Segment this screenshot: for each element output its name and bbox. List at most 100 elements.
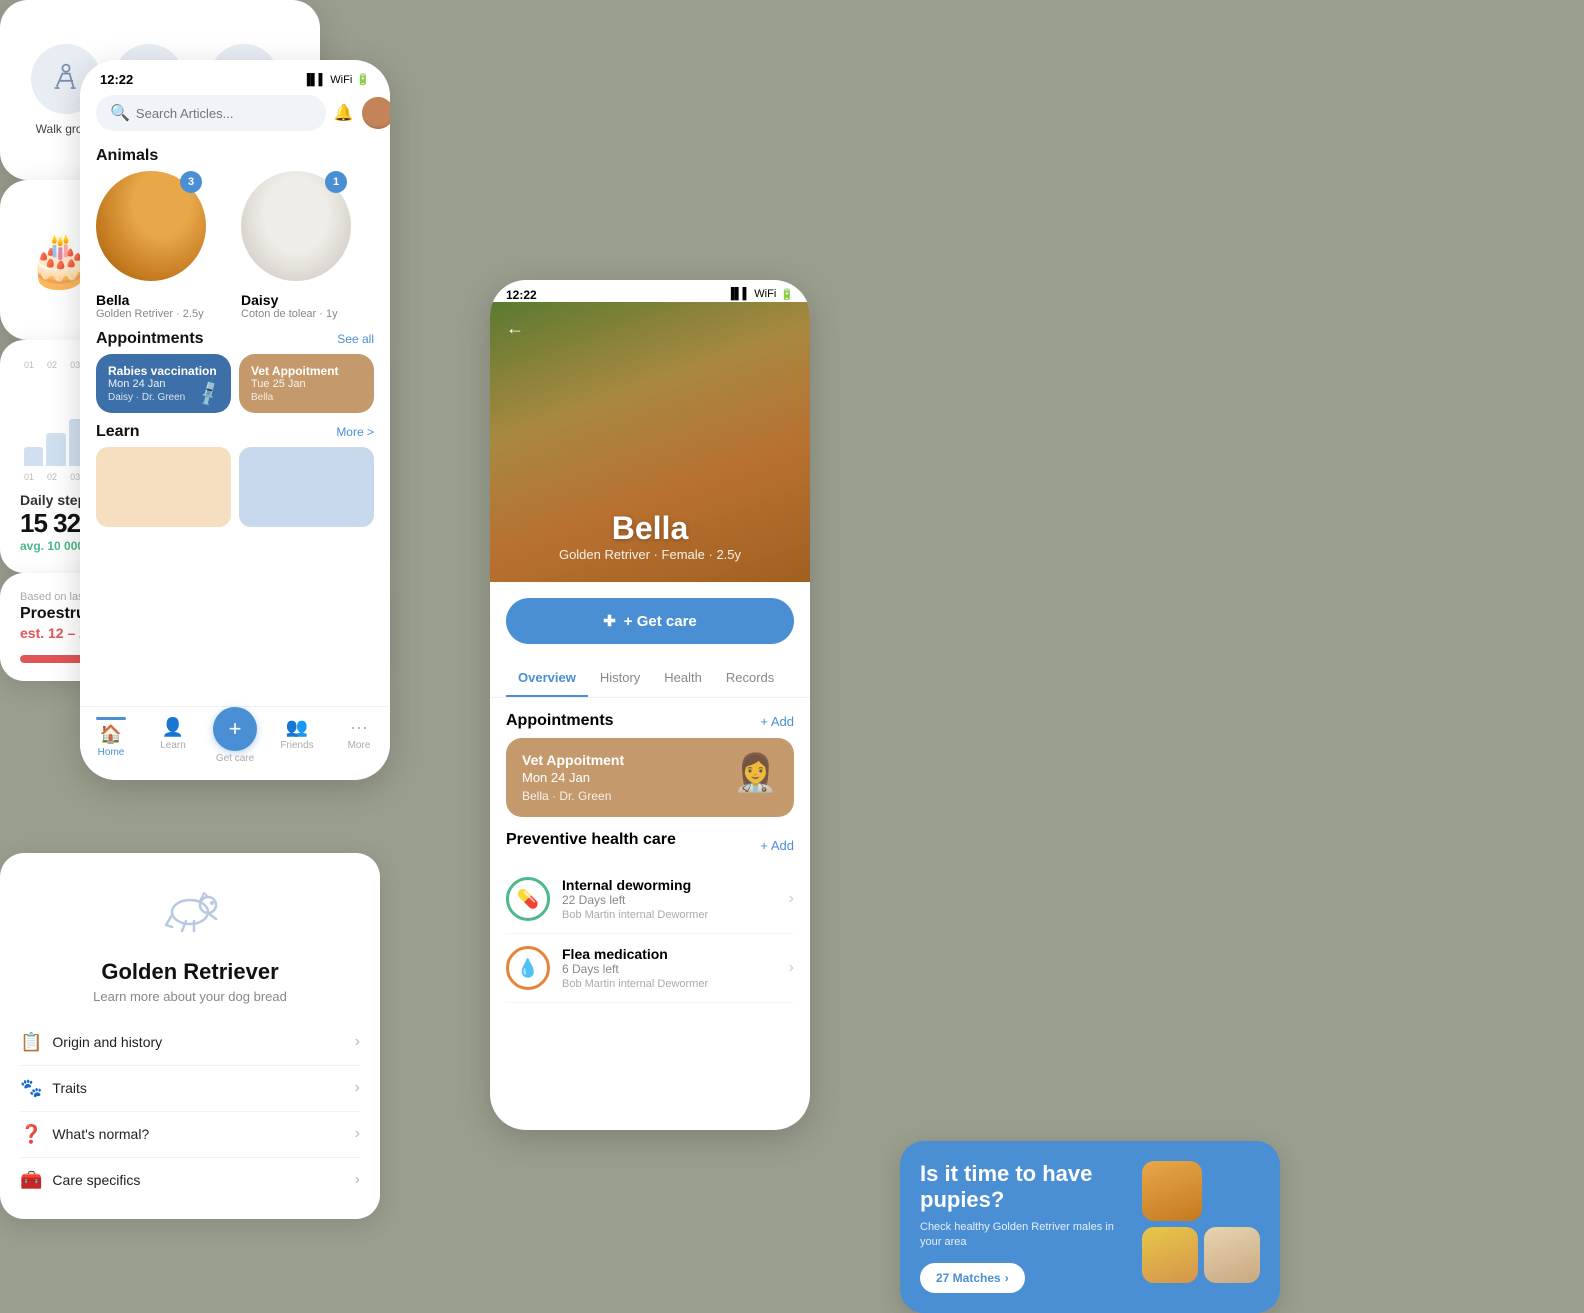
flea-chevron: › xyxy=(789,959,794,977)
learn-title: Learn xyxy=(96,423,140,441)
status-icons: ▐▌▌ WiFi 🔋 xyxy=(303,73,370,86)
learn-label: Learn xyxy=(160,740,186,751)
vet-appt-meta: Bella · Dr. Green xyxy=(522,789,624,803)
normal-arrow: › xyxy=(355,1125,360,1143)
bella-badge: 3 xyxy=(180,171,202,193)
nav-home[interactable]: 🏠 Home xyxy=(80,717,142,764)
mid-appointments-header: Appointments + Add xyxy=(490,698,810,738)
status-time: 12:22 xyxy=(100,72,133,87)
tab-history[interactable]: History xyxy=(588,660,652,697)
matches-button[interactable]: 27 Matches › xyxy=(920,1263,1025,1293)
get-care-label: + Get care xyxy=(624,613,697,630)
appt-date-1: Tue 25 Jan xyxy=(251,378,362,390)
get-care-button[interactable]: + xyxy=(213,707,257,751)
gr-origin-left: 📋 Origin and history xyxy=(20,1032,162,1053)
gr-item-origin[interactable]: 📋 Origin and history › xyxy=(20,1020,360,1066)
vet-appointment-card[interactable]: Vet Appoitment Mon 24 Jan Bella · Dr. Gr… xyxy=(506,738,794,817)
health-item-deworming[interactable]: 💊 Internal deworming 22 Days left Bob Ma… xyxy=(506,865,794,934)
search-input[interactable] xyxy=(136,106,312,121)
vet-appt-info: Vet Appoitment Mon 24 Jan Bella · Dr. Gr… xyxy=(522,752,624,803)
deworming-text: Internal deworming 22 Days left Bob Mart… xyxy=(562,877,777,921)
vet-appt-date: Mon 24 Jan xyxy=(522,770,624,785)
nav-more[interactable]: ··· More xyxy=(328,717,390,764)
tab-overview[interactable]: Overview xyxy=(506,660,588,697)
animal-card-bella[interactable]: 3 Bella Golden Retriver · 2.5y xyxy=(96,171,229,320)
see-all-link[interactable]: See all xyxy=(337,332,374,346)
health-item-flea[interactable]: 💧 Flea medication 6 Days left Bob Martin… xyxy=(506,934,794,1003)
mid-battery: 🔋 xyxy=(780,288,794,302)
add-health-link[interactable]: + Add xyxy=(760,838,794,853)
normal-label: What's normal? xyxy=(52,1126,149,1142)
nav-learn[interactable]: 👤 Learn xyxy=(142,717,204,764)
mid-wifi: WiFi xyxy=(754,288,776,302)
learn-card-1[interactable] xyxy=(239,447,374,527)
back-arrow[interactable]: ← xyxy=(506,318,524,339)
traits-arrow: › xyxy=(355,1079,360,1097)
mid-signal: ▐▌▌ xyxy=(727,288,750,302)
search-bar[interactable]: 🔍 xyxy=(96,95,326,131)
dog-hero-sub: Golden Retriver · Female · 2.5y xyxy=(490,547,810,562)
mid-phone: 12:22 ▐▌▌ WiFi 🔋 ← Bella Golden Retriver… xyxy=(490,280,810,1130)
get-care-button[interactable]: ✚ + Get care xyxy=(506,598,794,644)
flea-text: Flea medication 6 Days left Bob Martin i… xyxy=(562,946,777,990)
dog-hero-content: Bella Golden Retriver · Female · 2.5y xyxy=(490,510,810,562)
appointments-row: Rabies vaccination Mon 24 Jan Daisy · Dr… xyxy=(80,354,390,413)
daisy-name: Daisy xyxy=(241,292,374,308)
deworming-icon: 💊 xyxy=(517,889,539,910)
left-phone: 12:22 ▐▌▌ WiFi 🔋 🔍 🔔 Animals 3 Bella xyxy=(80,60,390,780)
health-title: Preventive health care xyxy=(506,831,676,849)
appointment-card-vet[interactable]: Vet Appoitment Tue 25 Jan Bella xyxy=(239,354,374,413)
gr-traits-left: 🐾 Traits xyxy=(20,1078,87,1099)
tabs-row: Overview History Health Records xyxy=(490,660,810,698)
deworming-chevron: › xyxy=(789,890,794,908)
deworming-days: 22 Days left xyxy=(562,893,777,907)
flea-circle: 💧 xyxy=(506,946,550,990)
puppy-photo-2 xyxy=(1204,1227,1260,1283)
nav-friends[interactable]: 👥 Friends xyxy=(266,717,328,764)
flea-icon: 💧 xyxy=(517,958,539,979)
appointments-header: Appointments See all xyxy=(80,320,390,354)
learn-more-link[interactable]: More > xyxy=(336,425,374,439)
daisy-breed: Coton de tolear · 1y xyxy=(241,308,374,320)
home-label: Home xyxy=(98,747,125,758)
animals-section-title: Animals xyxy=(80,139,390,171)
flea-name: Flea medication xyxy=(562,946,777,962)
puppy-photo-1 xyxy=(1142,1227,1198,1283)
care-arrow: › xyxy=(355,1171,360,1189)
traits-icon: 🐾 xyxy=(20,1078,42,1099)
bottom-nav: 🏠 Home 👤 Learn + Get care 👥 Friends ··· … xyxy=(80,706,390,780)
animals-row: 3 Bella Golden Retriver · 2.5y 1 Daisy C… xyxy=(80,171,390,320)
normal-icon: ❓ xyxy=(20,1124,42,1145)
chart-bar-2 xyxy=(46,433,65,466)
care-label: Care specifics xyxy=(52,1172,140,1188)
gr-item-care[interactable]: 🧰 Care specifics › xyxy=(20,1158,360,1203)
learn-card-0[interactable] xyxy=(96,447,231,527)
bell-icon[interactable]: 🔔 xyxy=(334,103,354,123)
matches-arrow: › xyxy=(1005,1271,1009,1285)
flea-days: 6 Days left xyxy=(562,962,777,976)
health-section: Preventive health care + Add 💊 Internal … xyxy=(490,817,810,1011)
puppies-title: Is it time to have pupies? xyxy=(920,1161,1130,1214)
puppy-main-photo xyxy=(1142,1161,1202,1221)
flea-brand: Bob Martin internal Dewormer xyxy=(562,978,777,990)
tab-health[interactable]: Health xyxy=(652,660,714,697)
avatar[interactable] xyxy=(362,97,390,129)
puppies-photos xyxy=(1142,1161,1260,1283)
gr-item-normal[interactable]: ❓ What's normal? › xyxy=(20,1112,360,1158)
home-icon: 🏠 xyxy=(100,724,122,745)
mid-status-bar: 12:22 ▐▌▌ WiFi 🔋 xyxy=(490,280,810,302)
gr-item-traits[interactable]: 🐾 Traits › xyxy=(20,1066,360,1112)
animal-card-daisy[interactable]: 1 Daisy Coton de tolear · 1y xyxy=(241,171,374,320)
tab-records[interactable]: Records xyxy=(714,660,786,697)
origin-arrow: › xyxy=(355,1033,360,1051)
appointment-card-rabies[interactable]: Rabies vaccination Mon 24 Jan Daisy · Dr… xyxy=(96,354,231,413)
puppies-text: Is it time to have pupies? Check healthy… xyxy=(920,1161,1130,1293)
deworming-brand: Bob Martin internal Dewormer xyxy=(562,909,777,921)
get-care-plus-icon: ✚ xyxy=(603,612,616,630)
nav-get-care[interactable]: + Get care xyxy=(204,717,266,764)
gr-subtitle: Learn more about your dog bread xyxy=(20,989,360,1004)
gr-card: Golden Retriever Learn more about your d… xyxy=(0,853,380,1219)
add-appointment-link[interactable]: + Add xyxy=(760,714,794,729)
vet-appt-title: Vet Appoitment xyxy=(522,752,624,768)
walk-icon xyxy=(48,61,84,97)
